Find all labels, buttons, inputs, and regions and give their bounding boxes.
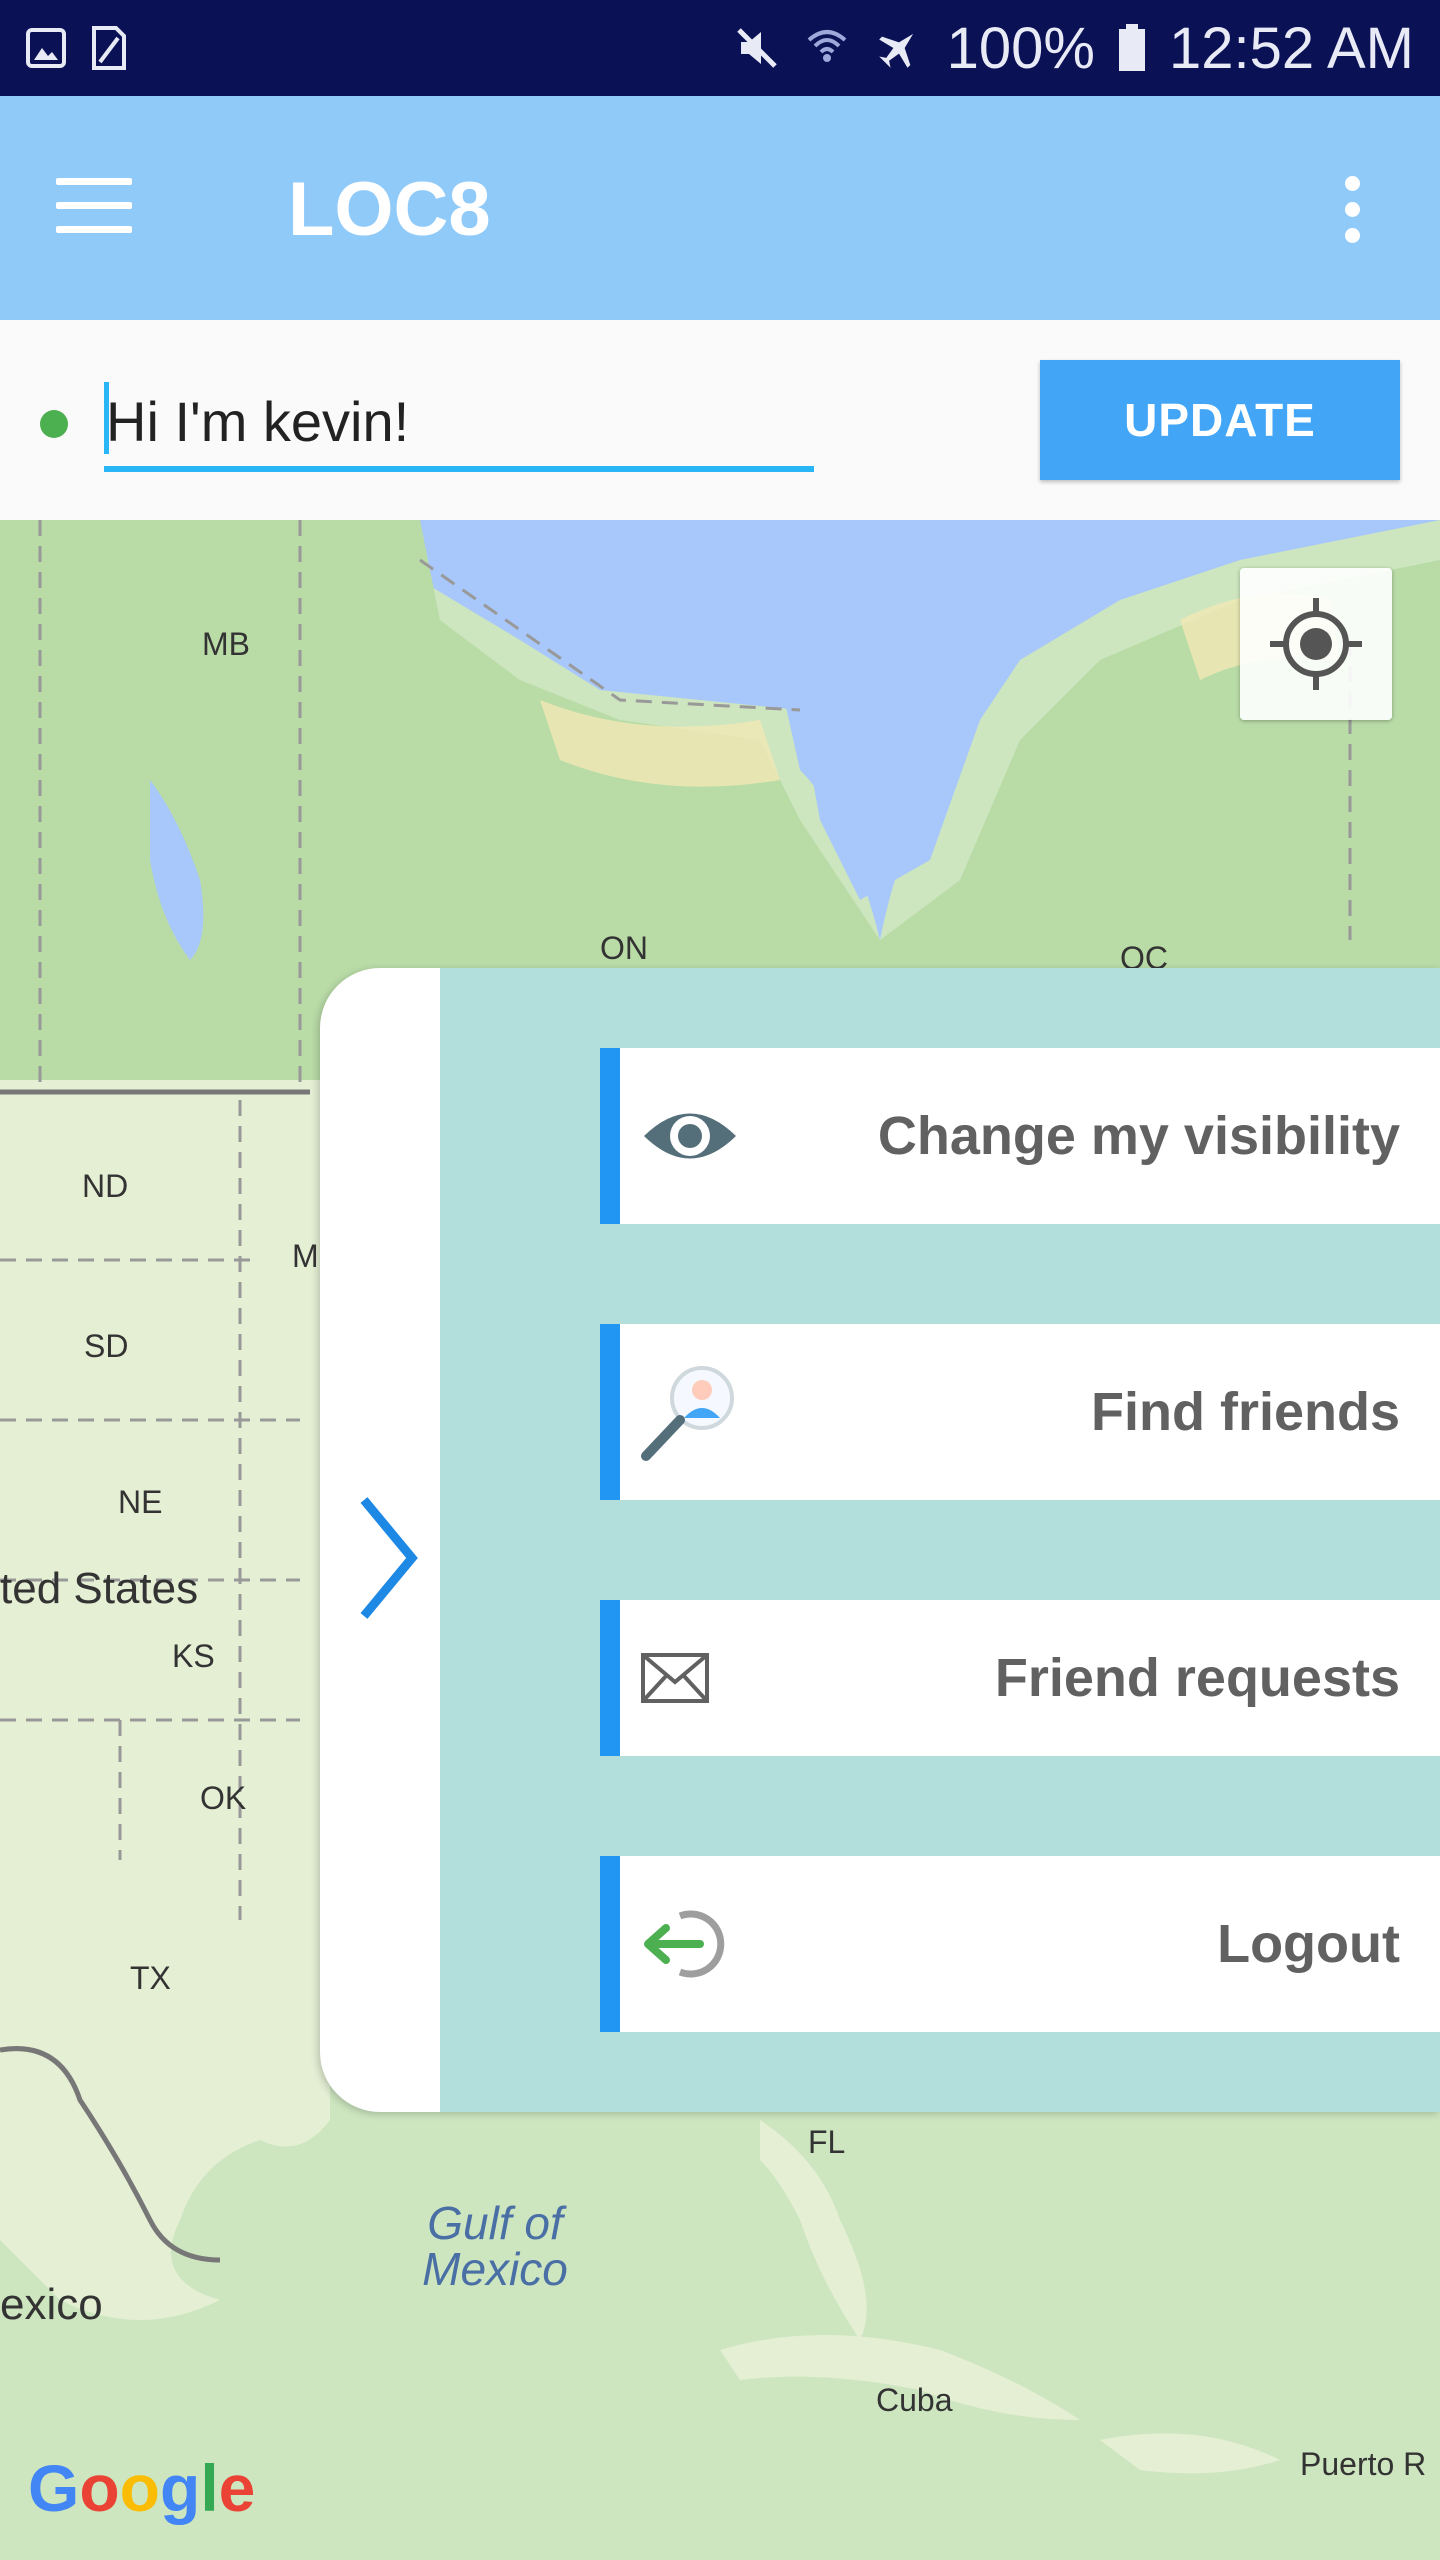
sim-icon — [92, 26, 126, 70]
google-attribution: Google — [28, 2451, 256, 2525]
wifi-icon — [807, 30, 846, 62]
collapse-panel-button[interactable] — [350, 1488, 430, 1628]
map-label-united-states: ted States — [0, 1564, 199, 1613]
text-cursor — [104, 382, 109, 454]
battery-percent: 100% — [946, 15, 1095, 81]
status-bar-right: 100% 12:52 AM — [733, 15, 1414, 82]
menu-item-find-friends[interactable]: Find friends — [600, 1324, 1440, 1500]
menu-item-label: Find friends — [1091, 1382, 1400, 1442]
map-label-mexico: exico — [0, 2280, 103, 2329]
clock: 12:52 AM — [1168, 15, 1414, 81]
update-button[interactable]: UPDATE — [1040, 360, 1400, 480]
map-label-ks: KS — [172, 1638, 215, 1674]
logout-icon — [644, 1910, 725, 1978]
menu-item-label: Logout — [1217, 1914, 1400, 1974]
battery-icon — [1118, 24, 1145, 71]
map-label-mn: M — [292, 1238, 319, 1274]
online-indicator — [40, 410, 68, 438]
map-label-ok: OK — [200, 1780, 247, 1816]
status-message-input[interactable] — [104, 376, 814, 472]
my-location-icon — [1270, 598, 1362, 690]
map-label-sd: SD — [84, 1328, 129, 1364]
menu-item-change-visibility[interactable]: Change my visibility — [600, 1048, 1440, 1224]
side-menu-panel: Change my visibility Find friends Friend… — [320, 968, 1440, 2112]
menu-item-friend-requests[interactable]: Friend requests — [600, 1600, 1440, 1756]
map-label-cuba: Cuba — [876, 2382, 953, 2418]
menu-item-logout[interactable]: Logout — [600, 1856, 1440, 2032]
map-label-on: ON — [600, 930, 648, 966]
map-label-puerto-rico: Puerto R — [1300, 2446, 1427, 2482]
map-label-fl: FL — [808, 2124, 846, 2160]
app-title: LOC8 — [288, 167, 491, 252]
status-bar-left — [26, 26, 128, 70]
eye-icon — [644, 1113, 736, 1159]
mute-icon — [736, 28, 777, 68]
status-bar: 100% 12:52 AM — [0, 0, 1440, 96]
map-label-ne: NE — [118, 1484, 163, 1520]
menu-item-label: Friend requests — [994, 1648, 1400, 1708]
map-label-mb: MB — [202, 626, 250, 662]
menu-item-label: Change my visibility — [877, 1106, 1400, 1166]
hamburger-menu-icon[interactable] — [56, 178, 136, 238]
map-label-nd: ND — [82, 1168, 129, 1204]
map-label-gulf-of-mexico: Gulf of Mexico — [422, 2197, 568, 2295]
app-bar: LOC8 — [0, 96, 1440, 320]
image-icon — [26, 28, 66, 68]
envelope-icon — [641, 1653, 709, 1703]
chevron-right-icon — [360, 1497, 418, 1619]
find-friends-icon — [641, 1366, 734, 1461]
airplane-icon — [878, 33, 913, 68]
map-label-tx: TX — [130, 1960, 171, 1996]
overflow-menu-icon[interactable] — [1330, 176, 1374, 244]
my-location-button[interactable] — [1240, 568, 1392, 720]
